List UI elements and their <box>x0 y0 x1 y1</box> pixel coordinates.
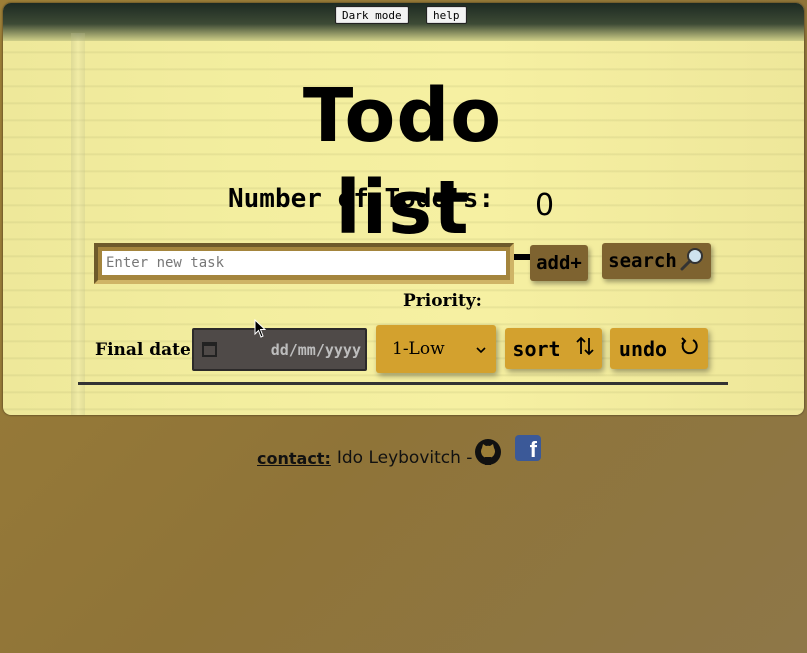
section-divider <box>78 382 728 385</box>
contact-label: contact: <box>257 448 331 468</box>
final-date-label: Final date: <box>95 340 198 360</box>
calendar-icon[interactable] <box>202 342 217 357</box>
priority-selected-value: 1-Low <box>392 339 445 359</box>
priority-label: Priority: <box>403 291 482 311</box>
sort-button-label: sort <box>512 336 561 361</box>
facebook-icon[interactable]: f <box>515 435 541 462</box>
search-button-label: search <box>608 250 677 272</box>
author-name: Ido Leybovitch - <box>336 448 473 468</box>
task-input-frame <box>94 243 514 284</box>
undo-button[interactable]: undo <box>610 328 708 369</box>
github-icon[interactable] <box>474 438 502 466</box>
priority-select[interactable]: 1-Low <box>376 325 496 373</box>
mouse-cursor-icon <box>254 318 268 339</box>
todo-count-label: Number of Todo's: <box>228 184 495 214</box>
footer-contact: contact: Ido Leybovitch - <box>257 448 472 468</box>
final-date-input[interactable]: dd/mm/yyyy <box>192 328 367 371</box>
todo-count-value: 0 <box>535 188 555 223</box>
add-button[interactable]: add+ <box>530 245 588 281</box>
magnifier-icon <box>679 247 705 276</box>
help-button[interactable]: help <box>426 6 467 24</box>
sort-button[interactable]: sort <box>505 328 602 369</box>
sort-arrows-icon <box>575 335 595 362</box>
page-title: Todo list <box>231 70 574 260</box>
search-button[interactable]: search <box>602 243 711 279</box>
add-button-label: add+ <box>536 252 582 274</box>
undo-icon <box>679 336 699 361</box>
undo-button-label: undo <box>618 336 668 361</box>
dark-mode-button[interactable]: Dark mode <box>335 6 409 24</box>
date-placeholder: dd/mm/yyyy <box>270 341 361 359</box>
paper-margin-line <box>71 33 85 415</box>
chevron-down-icon <box>476 339 486 359</box>
task-input[interactable] <box>102 251 506 275</box>
